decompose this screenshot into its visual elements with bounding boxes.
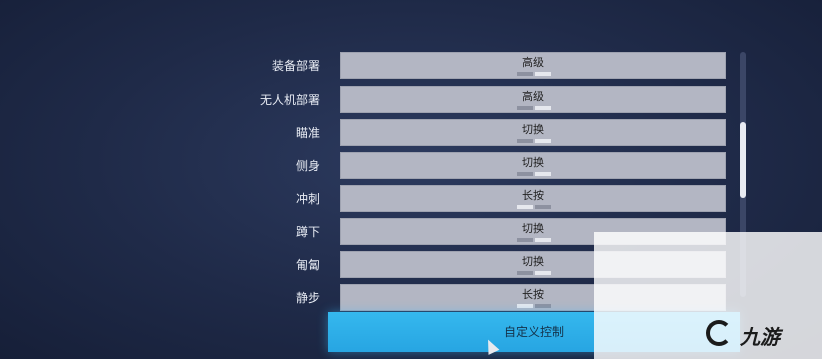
toggle-indicator [517,172,551,177]
setting-select[interactable]: 高级 [340,52,726,79]
toggle-indicator [517,139,551,144]
toggle-indicator [517,304,551,309]
setting-label: 匍匐 [295,258,320,272]
toggle-indicator [517,238,551,243]
setting-label: 静步 [295,291,320,305]
setting-select[interactable]: 切换 [340,152,726,179]
setting-value: 长按 [522,189,544,202]
setting-value: 切换 [522,123,544,136]
toggle-indicator [517,106,551,111]
watermark-text: 九游 [740,325,780,349]
setting-label: 侧身 [295,159,320,173]
setting-select[interactable]: 长按 [340,185,726,212]
setting-value: 切换 [522,156,544,169]
toggle-indicator [517,72,551,77]
watermark-logo-icon [706,320,732,346]
setting-select[interactable]: 高级 [340,86,726,113]
setting-value: 高级 [522,90,544,103]
toggle-indicator [517,205,551,210]
setting-value: 高级 [522,56,544,69]
setting-label: 蹲下 [295,225,320,239]
toggle-indicator [517,271,551,276]
setting-label: 瞄准 [295,126,320,140]
setting-label: 冲刺 [295,192,320,206]
setting-label: 装备部署 [271,59,320,73]
setting-select[interactable]: 切换 [340,119,726,146]
setting-label: 无人机部署 [259,93,320,107]
scrollbar-thumb[interactable] [740,122,746,198]
